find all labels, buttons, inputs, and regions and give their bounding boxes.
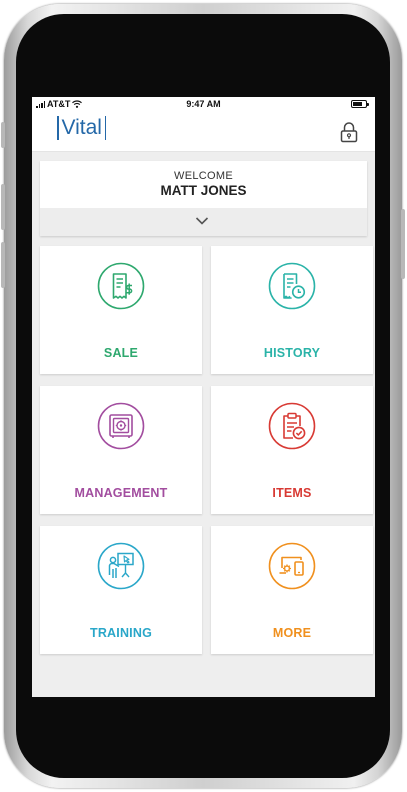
presentation-icon: [97, 542, 145, 590]
sale-receipt-icon: [97, 262, 145, 310]
logo-right-bar: [104, 116, 107, 140]
devices-gear-icon: [268, 542, 316, 590]
logo-left-bar: [57, 116, 59, 140]
tile-label-more: MORE: [272, 626, 312, 640]
tile-management[interactable]: MANAGEMENT: [40, 386, 202, 514]
phone-power-button: [401, 209, 405, 279]
logo-text: Vital: [61, 116, 102, 139]
lock-icon[interactable]: [339, 121, 359, 143]
welcome-expand-toggle[interactable]: [40, 208, 367, 236]
status-bar: AT&T 9:47 AM: [32, 97, 375, 111]
phone-side-button: [1, 122, 5, 148]
tile-more[interactable]: MORE: [211, 526, 373, 654]
user-name: MATT JONES: [160, 183, 247, 198]
vital-logo: Vital: [54, 116, 109, 140]
phone-volume-up-button: [1, 184, 5, 230]
app-screen: AT&T 9:47 AM Vital WELCOME MATT JONES SA…: [32, 97, 375, 697]
safe-icon: [97, 402, 145, 450]
tile-label-history: HISTORY: [263, 346, 321, 360]
tile-history[interactable]: HISTORY: [211, 246, 373, 374]
chevron-down-icon: [195, 217, 209, 225]
tile-label-sale: SALE: [103, 346, 139, 360]
tile-training[interactable]: TRAINING: [40, 526, 202, 654]
app-header: Vital: [32, 111, 375, 152]
welcome-label: WELCOME: [174, 170, 233, 182]
tile-sale[interactable]: SALE: [40, 246, 202, 374]
welcome-card: WELCOME MATT JONES: [40, 161, 367, 236]
tile-items[interactable]: ITEMS: [211, 386, 373, 514]
tile-label-management: MANAGEMENT: [74, 486, 168, 500]
tile-label-training: TRAINING: [89, 626, 152, 640]
status-time: 9:47 AM: [186, 99, 221, 109]
history-receipt-icon: [268, 262, 316, 310]
clipboard-check-icon: [268, 402, 316, 450]
phone-volume-down-button: [1, 242, 5, 288]
tile-label-items: ITEMS: [272, 486, 312, 500]
battery-icon: [351, 100, 369, 108]
